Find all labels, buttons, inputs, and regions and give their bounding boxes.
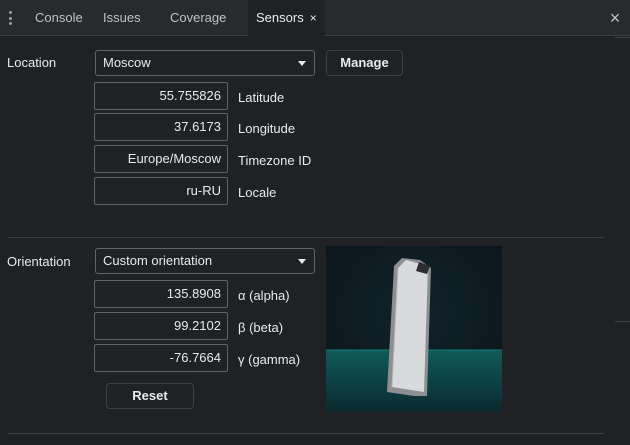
tab-console[interactable]: Console bbox=[27, 0, 91, 36]
close-icon[interactable]: × bbox=[310, 11, 317, 25]
device-orientation-preview[interactable] bbox=[326, 246, 502, 412]
chevron-down-icon bbox=[298, 259, 306, 264]
device-preview-svg bbox=[326, 246, 502, 412]
orientation-select[interactable]: Custom orientation bbox=[95, 248, 315, 274]
longitude-label: Longitude bbox=[238, 121, 296, 136]
location-select[interactable]: Moscow bbox=[95, 50, 315, 76]
section-divider bbox=[8, 237, 604, 238]
timezone-input[interactable]: Europe/Moscow bbox=[94, 145, 228, 173]
tab-label: Issues bbox=[103, 10, 141, 25]
chevron-down-icon bbox=[298, 61, 306, 66]
timezone-label: Timezone ID bbox=[238, 153, 312, 168]
tab-label: Sensors bbox=[256, 10, 304, 25]
tab-issues[interactable]: Issues bbox=[95, 0, 149, 36]
alpha-label: α (alpha) bbox=[238, 288, 290, 303]
scrollbar-divider bbox=[615, 37, 630, 38]
latitude-label: Latitude bbox=[238, 90, 285, 105]
location-selected: Moscow bbox=[103, 55, 151, 70]
locale-input[interactable]: ru-RU bbox=[94, 177, 228, 205]
gamma-label: γ (gamma) bbox=[238, 352, 301, 367]
kebab-menu-icon[interactable] bbox=[6, 9, 14, 27]
drawer-tabbar: Console Issues Coverage Sensors × × bbox=[0, 0, 630, 37]
location-label: Location bbox=[7, 55, 57, 70]
close-icon[interactable]: × bbox=[606, 9, 624, 27]
tab-label: Console bbox=[35, 10, 83, 25]
scrollbar-divider bbox=[615, 321, 630, 322]
tab-label: Coverage bbox=[170, 10, 227, 25]
tab-sensors[interactable]: Sensors × bbox=[248, 0, 325, 37]
gamma-input[interactable]: -76.7664 bbox=[94, 344, 228, 372]
orientation-label: Orientation bbox=[7, 254, 71, 269]
locale-label: Locale bbox=[238, 185, 277, 200]
latitude-input[interactable]: 55.755826 bbox=[94, 82, 228, 110]
alpha-input[interactable]: 135.8908 bbox=[94, 280, 228, 308]
beta-label: β (beta) bbox=[238, 320, 284, 335]
manage-button[interactable]: Manage bbox=[326, 50, 403, 76]
beta-input[interactable]: 99.2102 bbox=[94, 312, 228, 340]
tab-coverage[interactable]: Coverage bbox=[162, 0, 234, 36]
section-divider bbox=[8, 433, 604, 434]
orientation-selected: Custom orientation bbox=[103, 253, 213, 268]
phone-model bbox=[387, 258, 431, 396]
reset-button[interactable]: Reset bbox=[106, 383, 194, 409]
longitude-input[interactable]: 37.6173 bbox=[94, 113, 228, 141]
